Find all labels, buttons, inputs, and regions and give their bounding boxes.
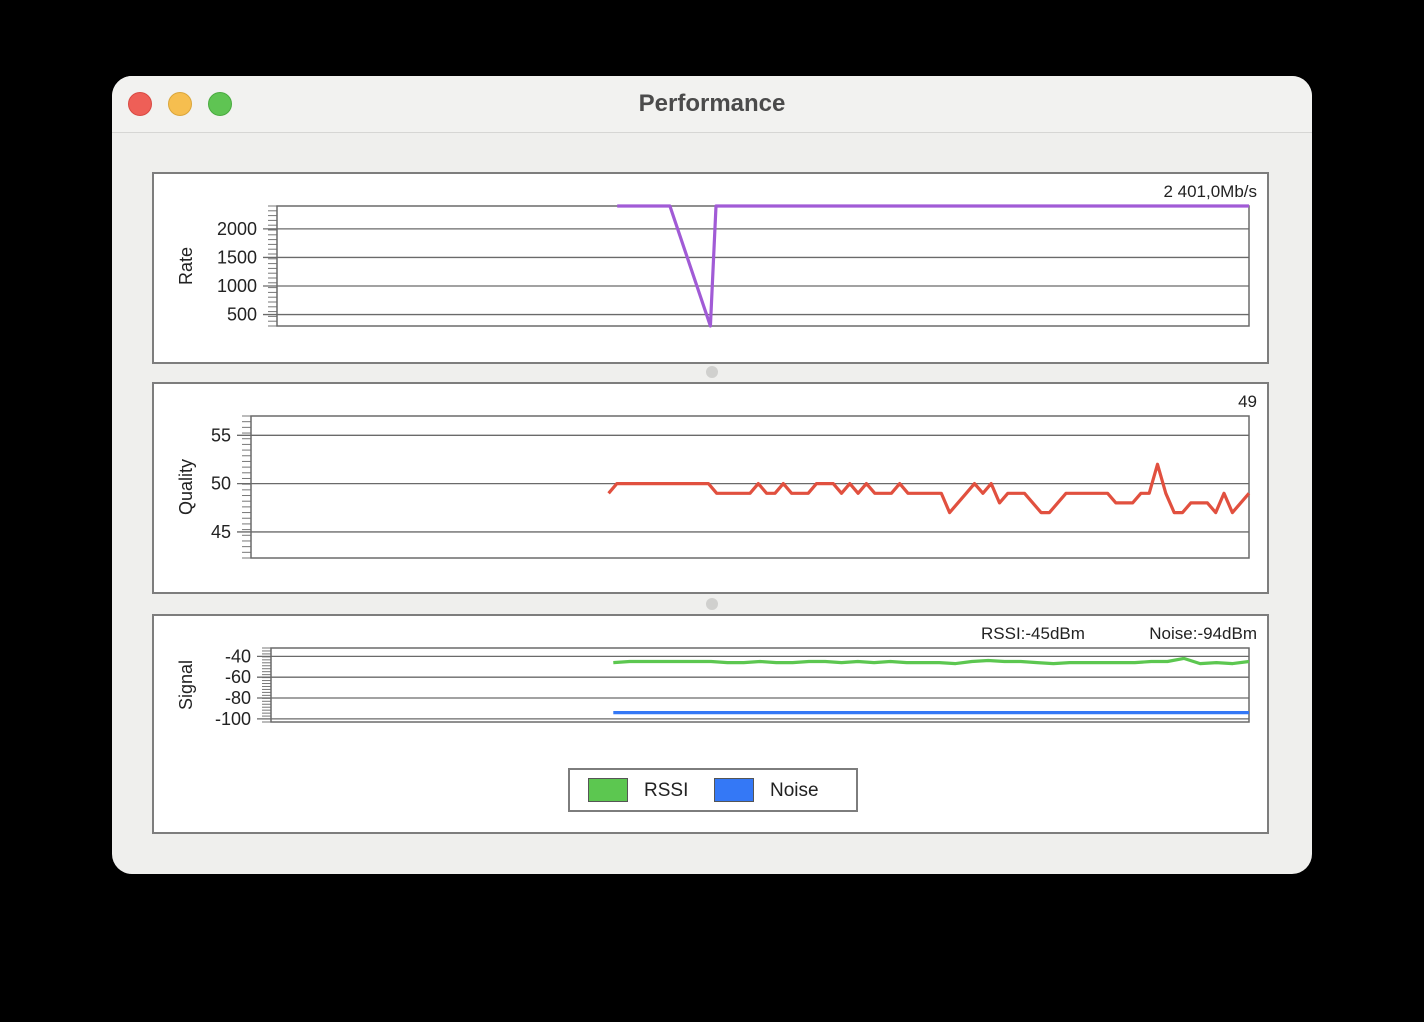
quality-series-line xyxy=(607,462,1251,515)
rate-tick-label: 2000 xyxy=(217,219,257,239)
noise-readout: Noise:-94dBm xyxy=(1149,624,1257,643)
quality-axis-label: Quality xyxy=(176,459,196,515)
signal-legend: RSSI Noise xyxy=(568,768,858,812)
signal-axis-label: Signal xyxy=(176,660,196,710)
signal-panel: -100 -80 -60 -40 Signal RSSI:-45dBm Noise:-9… xyxy=(152,614,1269,834)
quality-plot-area xyxy=(250,415,1250,559)
rate-tick-label: 1000 xyxy=(217,276,257,296)
quality-readout: 49 xyxy=(1238,392,1257,411)
legend-label-noise: Noise xyxy=(770,780,819,801)
signal-tick-label: -60 xyxy=(225,667,251,687)
rate-tick-label: 1500 xyxy=(217,247,257,267)
title-bar: Performance xyxy=(112,76,1312,133)
quality-chart: 45 50 55 Quality xyxy=(176,415,1251,559)
rate-quality-split-handle[interactable] xyxy=(706,366,718,378)
signal-tick-label: -80 xyxy=(225,688,251,708)
rate-plot-area xyxy=(276,205,1250,327)
window-title: Performance xyxy=(638,90,786,117)
signal-tick-label: -100 xyxy=(215,709,251,729)
quality-panel: 45 50 55 Quality 49 xyxy=(152,382,1269,594)
legend-swatch-rssi xyxy=(588,778,628,802)
legend-label-rssi: RSSI xyxy=(644,780,689,801)
rate-tick-label: 500 xyxy=(227,305,257,325)
rate-panel: 500 1000 1500 2000 Rate 2 401,0Mb/s xyxy=(152,172,1269,364)
rate-readout: 2 401,0Mb/s xyxy=(1163,182,1257,201)
signal-plot-area xyxy=(270,647,1250,723)
performance-window: Performance 500 1000 1500 2000 Rate 2 401,0M… xyxy=(112,76,1312,874)
rate-chart: 500 1000 1500 2000 Rate xyxy=(176,204,1250,328)
quality-signal-split-handle[interactable] xyxy=(706,598,718,610)
signal-series-rssi xyxy=(613,656,1250,666)
rssi-readout: RSSI:-45dBm xyxy=(981,624,1085,643)
legend-swatch-noise xyxy=(714,778,754,802)
signal-tick-label: -40 xyxy=(225,646,251,666)
quality-tick-label: 45 xyxy=(211,522,231,542)
quality-tick-label: 50 xyxy=(211,474,231,494)
quality-tick-label: 55 xyxy=(211,425,231,445)
rate-series-line xyxy=(617,204,1249,328)
rate-axis-label: Rate xyxy=(176,247,196,285)
